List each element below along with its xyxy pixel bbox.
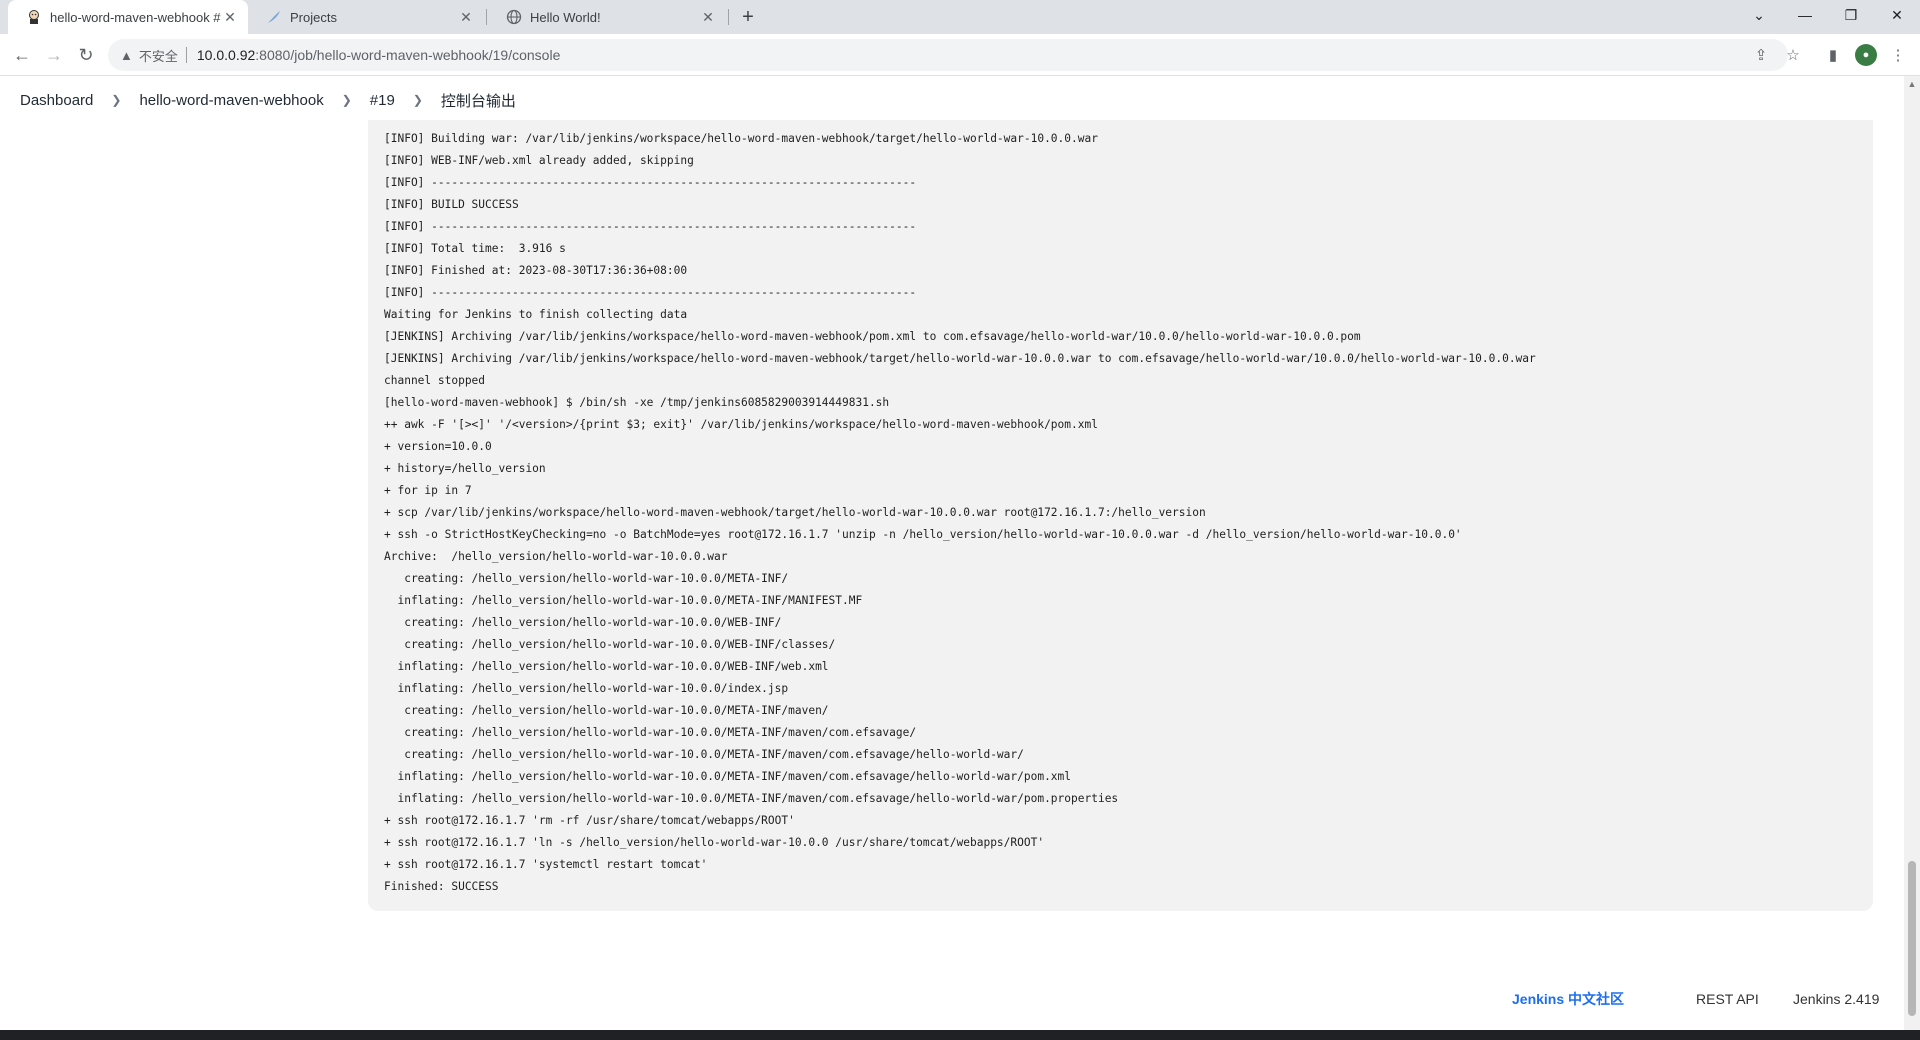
globe-icon bbox=[506, 9, 522, 25]
chevron-right-icon: ❯ bbox=[341, 93, 352, 107]
bookmark-star-icon[interactable]: ☆ bbox=[1781, 43, 1805, 67]
console-line: inflating: /hello_version/hello-world-wa… bbox=[397, 594, 863, 607]
restore-button[interactable]: ❐ bbox=[1828, 0, 1874, 30]
console-line: creating: /hello_version/hello-world-war… bbox=[404, 572, 789, 585]
footer-rest-api-link[interactable]: REST API bbox=[1696, 988, 1759, 1010]
console-line: ++ awk -F '[><]' '/<version>/{print $3; … bbox=[384, 418, 1098, 431]
console-line: inflating: /hello_version/hello-world-wa… bbox=[397, 660, 829, 673]
console-line: [INFO] WEB-INF/web.xml already added, sk… bbox=[384, 154, 694, 167]
console-line: + ssh root@172.16.1.7 'rm -rf /usr/share… bbox=[384, 814, 795, 827]
tab-divider bbox=[486, 9, 487, 25]
minimize-button[interactable]: — bbox=[1782, 0, 1828, 30]
tab-title: Projects bbox=[290, 9, 337, 25]
menu-kebab-icon[interactable]: ⋮ bbox=[1886, 43, 1910, 67]
console-line: + for ip in 7 bbox=[384, 484, 472, 497]
console-line: [INFO] Building war: /var/lib/jenkins/wo… bbox=[384, 132, 1098, 145]
breadcrumb-console-output[interactable]: 控制台输出 bbox=[439, 86, 518, 115]
console-line: [INFO] Finished at: 2023-08-30T17:36:36+… bbox=[384, 264, 688, 277]
console-line: Finished: SUCCESS bbox=[384, 880, 499, 893]
console-line: inflating: /hello_version/hello-world-wa… bbox=[397, 770, 1072, 783]
reload-icon[interactable]: ↻ bbox=[72, 41, 100, 69]
console-line: creating: /hello_version/hello-world-war… bbox=[404, 638, 836, 651]
console-line: + ssh root@172.16.1.7 'systemctl restart… bbox=[384, 858, 708, 871]
console-line: channel stopped bbox=[384, 374, 486, 387]
address-divider bbox=[185, 47, 187, 63]
tab-hello-world[interactable]: Hello World! ✕ bbox=[488, 0, 726, 34]
breadcrumb-build[interactable]: #19 bbox=[368, 88, 397, 113]
share-icon[interactable]: ⇪ bbox=[1749, 43, 1773, 67]
profile-avatar[interactable]: ● bbox=[1855, 44, 1877, 66]
close-window-button[interactable]: ✕ bbox=[1874, 0, 1920, 30]
tab-search-chevron-icon[interactable]: ⌄ bbox=[1736, 0, 1782, 30]
breadcrumb: Dashboard ❯ hello-word-maven-webhook ❯ #… bbox=[0, 80, 1900, 120]
console-line: + ssh root@172.16.1.7 'ln -s /hello_vers… bbox=[384, 836, 1045, 849]
breadcrumb-dashboard[interactable]: Dashboard bbox=[18, 88, 95, 113]
chevron-right-icon: ❯ bbox=[111, 93, 122, 107]
url-path: :8080/job/hello-word-maven-webhook/19/co… bbox=[255, 47, 561, 63]
browser-tab-strip: hello-word-maven-webhook # ✕ Projects ✕ … bbox=[0, 0, 1920, 34]
console-line: creating: /hello_version/hello-world-war… bbox=[404, 704, 829, 717]
forward-arrow-icon[interactable]: → bbox=[40, 41, 68, 69]
tab-title: Hello World! bbox=[530, 9, 601, 25]
console-line: + history=/hello_version bbox=[384, 462, 546, 475]
console-line: + scp /var/lib/jenkins/workspace/hello-w… bbox=[384, 506, 1206, 519]
console-line: [INFO] ---------------------------------… bbox=[384, 176, 917, 189]
console-line: [JENKINS] Archiving /var/lib/jenkins/wor… bbox=[384, 330, 1361, 343]
address-bar[interactable]: ▲ 不安全 10.0.0.92 :8080/job/hello-word-mav… bbox=[108, 39, 1788, 71]
console-line: [INFO] BUILD SUCCESS bbox=[384, 198, 519, 211]
console-text: [INFO] Building war: /var/lib/jenkins/wo… bbox=[384, 128, 1857, 898]
console-line: creating: /hello_version/hello-world-war… bbox=[404, 748, 1024, 761]
insecure-label[interactable]: 不安全 bbox=[139, 46, 178, 65]
tab-projects[interactable]: Projects ✕ bbox=[248, 0, 484, 34]
console-line: Archive: /hello_version/hello-world-war-… bbox=[384, 550, 728, 563]
console-line: [JENKINS] Archiving /var/lib/jenkins/wor… bbox=[384, 352, 1536, 365]
chevron-right-icon: ❯ bbox=[412, 93, 423, 107]
page-scrollbar[interactable]: ▲ bbox=[1904, 76, 1920, 1030]
warning-triangle-icon[interactable]: ▲ bbox=[120, 48, 133, 63]
console-output: [INFO] Building war: /var/lib/jenkins/wo… bbox=[368, 120, 1873, 911]
close-icon[interactable]: ✕ bbox=[700, 9, 716, 25]
tab-title: hello-word-maven-webhook # bbox=[50, 9, 221, 25]
console-line: inflating: /hello_version/hello-world-wa… bbox=[397, 792, 1119, 805]
url-host: 10.0.0.92 bbox=[196, 47, 256, 63]
console-line: inflating: /hello_version/hello-world-wa… bbox=[397, 682, 789, 695]
close-icon[interactable]: ✕ bbox=[458, 9, 474, 25]
breadcrumb-job[interactable]: hello-word-maven-webhook bbox=[137, 88, 325, 113]
side-panel-icon[interactable]: ▮ bbox=[1821, 43, 1845, 67]
tab-jenkins-console[interactable]: hello-word-maven-webhook # ✕ bbox=[8, 0, 248, 34]
console-line: [hello-word-maven-webhook] $ /bin/sh -xe… bbox=[384, 396, 890, 409]
os-taskbar bbox=[0, 1030, 1920, 1040]
scrollbar-thumb[interactable] bbox=[1908, 861, 1916, 1016]
browser-toolbar: ← → ↻ ▲ 不安全 10.0.0.92 :8080/job/hello-wo… bbox=[0, 34, 1920, 76]
console-line: Waiting for Jenkins to finish collecting… bbox=[384, 308, 688, 321]
back-arrow-icon[interactable]: ← bbox=[8, 41, 36, 69]
scroll-up-arrow-icon[interactable]: ▲ bbox=[1904, 76, 1920, 92]
console-line: [INFO] ---------------------------------… bbox=[384, 220, 917, 233]
jenkins-butler-icon bbox=[26, 9, 42, 25]
console-line: [INFO] ---------------------------------… bbox=[384, 286, 917, 299]
footer-jenkins-community-link[interactable]: Jenkins 中文社区 bbox=[1512, 988, 1624, 1010]
console-line: + ssh -o StrictHostKeyChecking=no -o Bat… bbox=[384, 528, 1462, 541]
console-line: creating: /hello_version/hello-world-war… bbox=[404, 726, 917, 739]
console-line: + version=10.0.0 bbox=[384, 440, 492, 453]
gitlab-feather-icon bbox=[266, 9, 282, 25]
close-icon[interactable]: ✕ bbox=[222, 9, 238, 25]
console-line: creating: /hello_version/hello-world-war… bbox=[404, 616, 782, 629]
tab-divider bbox=[728, 9, 729, 25]
new-tab-button[interactable]: + bbox=[736, 5, 760, 29]
footer-version-link[interactable]: Jenkins 2.419 bbox=[1793, 988, 1879, 1010]
console-line: [INFO] Total time: 3.916 s bbox=[384, 242, 566, 255]
